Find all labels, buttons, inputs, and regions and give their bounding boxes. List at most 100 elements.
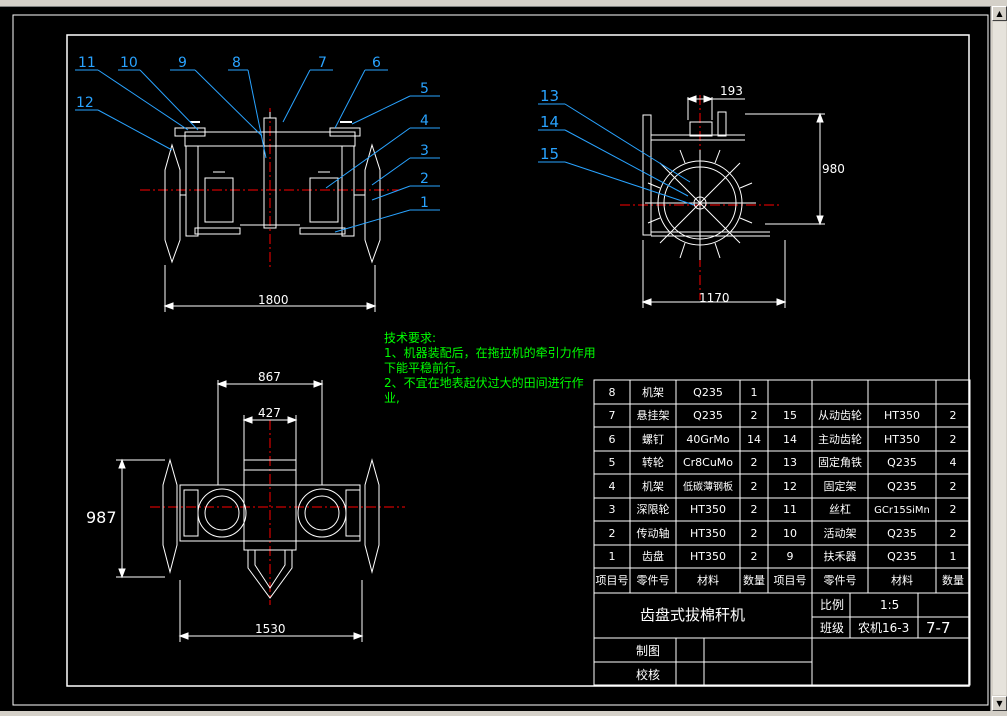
bom-cell: 4 (950, 456, 957, 469)
dim-side-width: 1170 (699, 291, 730, 305)
drawing-svg: 1800 11 10 9 8 7 6 5 4 3 2 1 12 193 980 … (12, 14, 989, 706)
part-number: 5 (420, 81, 429, 97)
dim-plan-outer: 867 (258, 370, 281, 384)
bom-cell: Q235 (693, 386, 723, 399)
part-number: 7 (318, 55, 327, 71)
bom-cell: 40GrMo (686, 433, 730, 446)
bom-cell: HT350 (884, 409, 920, 422)
bom-cell: Q235 (693, 409, 723, 422)
bom-header-cell: 项目号 (596, 574, 629, 587)
bom-cell: Cr8CuMo (683, 456, 733, 469)
bom-cell: 2 (950, 409, 957, 422)
bom-cell: 5 (609, 456, 616, 469)
part-number: 15 (540, 145, 559, 163)
bom-cell: 齿盘 (642, 549, 664, 563)
cad-drawing-canvas[interactable]: 1800 11 10 9 8 7 6 5 4 3 2 1 12 193 980 … (0, 6, 990, 711)
side-view (620, 95, 825, 308)
tech-notes-line: 下能平稳前行。 (384, 360, 468, 375)
part-number: 13 (540, 87, 559, 105)
bom-cell: 11 (783, 503, 797, 516)
bom-header-cell: 数量 (743, 574, 765, 587)
bom-cell: 1 (609, 550, 616, 563)
bom-header-cell: 零件号 (637, 574, 670, 587)
scale-value: 1:5 (880, 598, 899, 612)
bom-cell: Q235 (887, 480, 917, 493)
bom-header-cell: 材料 (697, 573, 719, 587)
bom-cell: 7 (609, 409, 616, 422)
bom-cell: 深限轮 (637, 502, 670, 516)
bom-cell: 2 (950, 503, 957, 516)
tech-notes-title: 技术要求: (384, 331, 436, 345)
bom-cell: 丝杠 (829, 503, 851, 516)
front-view (140, 108, 400, 312)
sheet-number: 7-7 (926, 619, 951, 637)
front-view-leaders (75, 69, 440, 233)
bom-cell: 机架 (642, 385, 664, 399)
bom-cell: Q235 (887, 456, 917, 469)
bom-cell: 8 (609, 386, 616, 399)
dim-side-top: 193 (720, 84, 743, 98)
part-number: 14 (540, 113, 559, 131)
bom-cell: 主动齿轮 (818, 432, 862, 446)
part-number: 10 (120, 55, 138, 71)
part-number: 6 (372, 55, 381, 71)
bom-cell: 9 (787, 550, 794, 563)
scrollbar-track[interactable] (993, 22, 1006, 695)
bom-cell: 2 (950, 480, 957, 493)
bom-cell: 2 (751, 527, 758, 540)
bom-cell: 2 (609, 527, 616, 540)
bom-cell: HT350 (690, 503, 726, 516)
scroll-down-arrow-icon[interactable]: ▼ (992, 696, 1007, 711)
bom-cell: 2 (751, 456, 758, 469)
bom-cell: 2 (751, 409, 758, 422)
bom-cell: 2 (751, 480, 758, 493)
part-number: 1 (420, 195, 429, 211)
bom-cell: 2 (950, 527, 957, 540)
bom-cell: 活动架 (824, 527, 857, 540)
bom-cell: 低碳薄钢板 (683, 480, 733, 493)
bom-cell: HT350 (884, 433, 920, 446)
bom-cell: 4 (609, 480, 616, 493)
bom-cell: 从动齿轮 (818, 408, 862, 422)
part-number: 12 (76, 95, 94, 111)
part-number: 2 (420, 171, 429, 187)
bom-cell: 6 (609, 433, 616, 446)
tech-notes-line: 1、机器装配后，在拖拉机的牵引力作用 (384, 345, 596, 360)
dim-plan-width: 1530 (255, 622, 286, 636)
bom-cell: 悬挂架 (637, 408, 670, 422)
side-view-leaders (538, 103, 695, 206)
bom-cell: 2 (950, 433, 957, 446)
scroll-up-arrow-icon[interactable]: ▲ (992, 6, 1007, 21)
tech-notes-line: 2、不宜在地表起伏过大的田间进行作 (384, 375, 584, 390)
vertical-scrollbar[interactable]: ▲ ▼ (990, 6, 1007, 711)
part-number: 3 (420, 143, 429, 159)
bom-cell: 13 (783, 456, 797, 469)
bom-cell: 15 (783, 409, 797, 422)
bom-header-cell: 材料 (891, 573, 913, 587)
title-block: 齿盘式拔棉秆机 比例 1:5 班级 农机16-3 7-7 制图 校核 (636, 598, 951, 682)
bom-cell: 14 (747, 433, 761, 446)
bom-cell: HT350 (690, 527, 726, 540)
part-number: 4 (420, 113, 429, 129)
part-number: 11 (78, 55, 96, 71)
bom-cell: 机架 (642, 479, 664, 493)
bom-cell: 传动轴 (637, 526, 670, 540)
bom-cell: 2 (751, 503, 758, 516)
drawn-by-label: 制图 (636, 644, 660, 658)
side-view-part-numbers: 13 14 15 (540, 87, 559, 163)
dim-side-height: 980 (822, 162, 845, 176)
technical-notes: 技术要求: 1、机器装配后，在拖拉机的牵引力作用 下能平稳前行。 2、不宜在地表… (384, 331, 596, 405)
bom-cell: 转轮 (642, 455, 664, 469)
sheet-frame-inner (66, 34, 970, 687)
part-number: 9 (178, 55, 187, 71)
bom-header-cell: 零件号 (824, 574, 857, 587)
bom-header-cell: 项目号 (774, 574, 807, 587)
bom-cell: 3 (609, 503, 616, 516)
bom-cell: 10 (783, 527, 797, 540)
bom-cell: HT350 (690, 550, 726, 563)
bom-table: 8 机架 Q235 1 7 悬挂架 Q235 2 15 从动齿轮 HT350 2… (596, 385, 965, 587)
bom-cell: 1 (751, 386, 758, 399)
dim-plan-height: 987 (86, 508, 117, 527)
class-value: 农机16-3 (858, 621, 909, 635)
bom-cell: 1 (950, 550, 957, 563)
